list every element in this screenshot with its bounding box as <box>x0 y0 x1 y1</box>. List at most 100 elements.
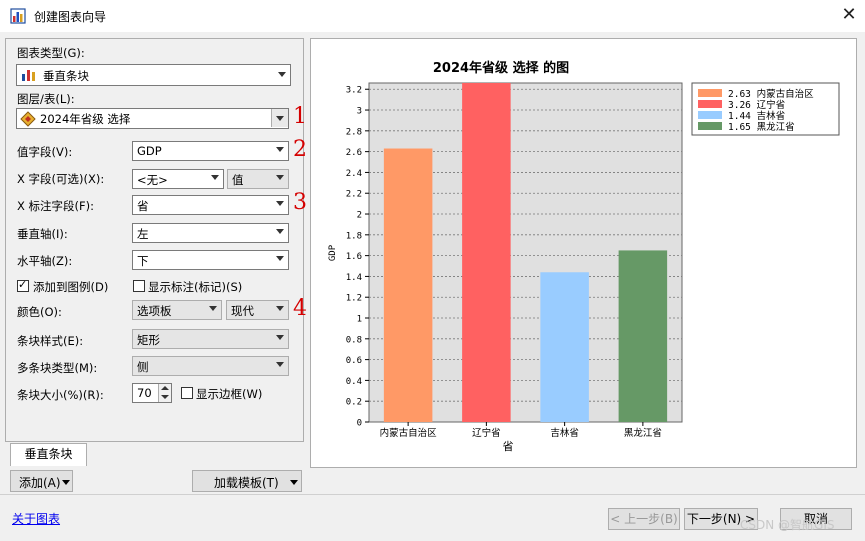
legend-entry: 1.65 黑龙江省 <box>728 121 795 133</box>
y-tick-label: 0.2 <box>346 398 362 408</box>
add-button-label: 添加(A) <box>19 476 61 490</box>
vaxis-label: 垂直轴(I): <box>17 227 68 241</box>
bar-style-select[interactable]: 矩形 <box>132 329 289 349</box>
bar-size-value: 70 <box>137 386 152 400</box>
annotation-3: 3 <box>293 190 307 215</box>
haxis-label: 水平轴(Z): <box>17 254 73 268</box>
chart-preview: 2024年省级 选择 的图 0 0.2 0.4 0.6 0.8 1 1.2 1.4 1.6 1.8… <box>310 38 857 468</box>
spinner-arrows-icon[interactable] <box>158 384 171 402</box>
x-label-field-label: X 标注字段(F): <box>17 199 94 213</box>
haxis-value: 下 <box>137 254 149 268</box>
bar-chart-icon <box>22 70 35 81</box>
chevron-down-icon <box>276 335 284 340</box>
color-select[interactable]: 选项板 <box>132 300 222 320</box>
x-tick-label: 黑龙江省 <box>624 427 662 439</box>
x-tick-label: 吉林省 <box>550 427 579 439</box>
chevron-down-icon <box>276 201 284 206</box>
y-tick-label: 0.6 <box>346 356 362 366</box>
title-bar <box>0 0 865 32</box>
color-value: 选项板 <box>137 304 172 318</box>
y-tick-label: 2 <box>357 211 362 221</box>
show-marks-label: 显示标注(标记)(S) <box>148 280 243 294</box>
y-axis-label: GDP <box>328 244 338 261</box>
annotation-1: 1 <box>293 104 307 129</box>
chevron-down-icon <box>211 175 219 180</box>
layer-select[interactable]: 2024年省级 选择 <box>16 108 289 129</box>
x-field-mode-select[interactable]: 值 <box>227 169 289 189</box>
x-field-select[interactable]: <无> <box>132 169 224 189</box>
y-tick-label: 3 <box>357 107 362 117</box>
bar <box>540 272 589 422</box>
caret-down-icon <box>62 480 70 485</box>
y-tick-label: 1 <box>357 315 362 325</box>
x-label-field-select[interactable]: 省 <box>132 195 289 215</box>
multi-bar-value: 侧 <box>137 360 149 374</box>
chevron-down-icon <box>276 229 284 234</box>
chevron-down-icon <box>276 306 284 311</box>
annotation-2: 2 <box>293 137 307 162</box>
y-tick-label: 0 <box>357 419 362 429</box>
value-field-value: GDP <box>137 144 162 158</box>
chart-type-select[interactable]: 垂直条块 <box>16 64 291 86</box>
bar-style-label: 条块样式(E): <box>17 334 84 348</box>
vaxis-select[interactable]: 左 <box>132 223 289 243</box>
close-button[interactable]: ✕ <box>838 4 860 26</box>
checkmark-icon: ✓ <box>18 278 28 291</box>
y-tick-label: 1.6 <box>346 252 362 262</box>
y-tick-label: 2.6 <box>346 148 362 158</box>
color-scheme-value: 现代 <box>231 304 254 318</box>
chevron-down-icon <box>276 362 284 367</box>
haxis-select[interactable]: 下 <box>132 250 289 270</box>
chevron-down-icon <box>276 175 284 180</box>
load-template-label: 加载模板(T) <box>214 476 279 490</box>
multi-bar-select[interactable]: 侧 <box>132 356 289 376</box>
chevron-down-icon <box>209 306 217 311</box>
x-axis-label: 省 <box>503 440 514 453</box>
caret-down-icon <box>290 480 298 485</box>
y-tick-label: 0.8 <box>346 335 362 345</box>
bar-style-value: 矩形 <box>137 333 160 347</box>
load-template-button[interactable]: 加载模板(T) <box>192 470 302 492</box>
bar <box>383 148 433 422</box>
y-tick-label: 2.2 <box>346 190 362 200</box>
x-label-field-value: 省 <box>137 199 149 213</box>
chart-type-label: 图表类型(G): <box>17 46 85 60</box>
bar-size-spinner[interactable]: 70 <box>132 383 172 403</box>
layer-diamond-icon <box>20 111 36 127</box>
chart-app-icon <box>10 8 26 24</box>
show-border-label: 显示边框(W) <box>196 387 263 401</box>
x-tick-label: 内蒙古自治区 <box>380 427 438 439</box>
prev-button[interactable]: < 上一步(B) <box>608 508 680 530</box>
value-field-select[interactable]: GDP <box>132 141 289 161</box>
show-marks-checkbox[interactable] <box>133 280 145 292</box>
tab-vertical-bar[interactable]: 垂直条块 <box>10 443 87 466</box>
color-scheme-select[interactable]: 现代 <box>226 300 289 320</box>
vaxis-value: 左 <box>137 227 149 241</box>
bar-chart: 2024年省级 选择 的图 0 0.2 0.4 0.6 0.8 1 1.2 1.4 1.6 1.8… <box>328 60 840 453</box>
window-title: 创建图表向导 <box>34 10 107 24</box>
add-legend-checkbox[interactable]: ✓ <box>17 278 29 292</box>
about-chart-link[interactable]: 关于图表 <box>12 510 60 527</box>
chevron-down-icon <box>278 72 286 77</box>
bar <box>462 83 511 422</box>
y-tick-label: 1.8 <box>346 231 362 241</box>
value-field-label: 值字段(V): <box>17 145 73 159</box>
legend-swatch <box>698 111 722 119</box>
layer-value: 2024年省级 选择 <box>40 112 131 126</box>
x-tick-label: 辽宁省 <box>472 427 501 439</box>
y-tick-label: 2.8 <box>346 127 362 137</box>
legend-entry: 3.26 辽宁省 <box>728 99 785 111</box>
legend-entry: 2.63 内蒙古自治区 <box>728 88 814 100</box>
chart-type-value: 垂直条块 <box>43 69 89 83</box>
legend-swatch <box>698 122 722 130</box>
bar-size-label: 条块大小(%)(R): <box>17 388 104 402</box>
add-button[interactable]: 添加(A) <box>10 470 73 492</box>
footer-separator <box>0 494 865 495</box>
y-tick-label: 1.4 <box>346 273 362 283</box>
chevron-down-icon <box>276 256 284 261</box>
y-tick-label: 2.4 <box>346 169 362 179</box>
y-tick-label: 3.2 <box>346 86 362 96</box>
watermark: CSDN @智航GIS <box>740 518 835 532</box>
annotation-4: 4 <box>293 296 307 321</box>
show-border-checkbox[interactable] <box>181 387 193 399</box>
